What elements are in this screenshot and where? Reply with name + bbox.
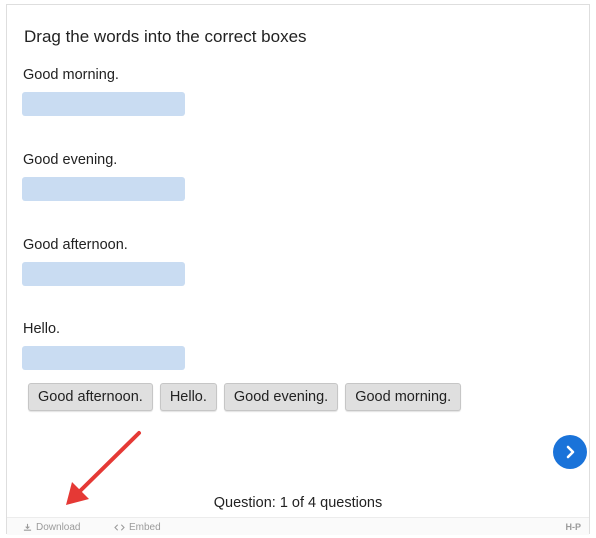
- h5p-content-frame: Drag the words into the correct boxes Go…: [6, 4, 590, 535]
- dropzone-3[interactable]: [22, 262, 185, 286]
- question-progress: Question: 1 of 4 questions: [213, 495, 383, 511]
- code-icon: [114, 524, 125, 531]
- download-icon: [23, 523, 32, 531]
- item-label-hello: Hello.: [23, 321, 61, 337]
- dropzone-1[interactable]: [22, 92, 185, 116]
- chevron-right-icon: [566, 445, 575, 459]
- task-title: Drag the words into the correct boxes: [24, 27, 307, 46]
- next-button[interactable]: [553, 435, 587, 469]
- h5p-footer: Download Embed H-P: [7, 517, 589, 535]
- draggable-word-good-morning[interactable]: Good morning.: [345, 383, 462, 411]
- item-label-good-morning: Good morning.: [23, 67, 119, 83]
- item-label-good-afternoon: Good afternoon.: [23, 237, 128, 253]
- embed-link[interactable]: Embed: [114, 522, 161, 533]
- word-bank: Good afternoon. Hello. Good evening. Goo…: [28, 383, 462, 411]
- dropzone-4[interactable]: [22, 346, 185, 370]
- dropzone-2[interactable]: [22, 177, 185, 201]
- download-label: Download: [36, 522, 81, 533]
- item-label-good-evening: Good evening.: [23, 152, 118, 168]
- draggable-word-good-evening[interactable]: Good evening.: [223, 383, 339, 411]
- download-link[interactable]: Download: [23, 522, 80, 533]
- h5p-logo: H-P: [565, 522, 582, 532]
- embed-label: Embed: [129, 522, 161, 533]
- draggable-word-hello[interactable]: Hello.: [159, 383, 217, 411]
- draggable-word-good-afternoon[interactable]: Good afternoon.: [28, 383, 153, 411]
